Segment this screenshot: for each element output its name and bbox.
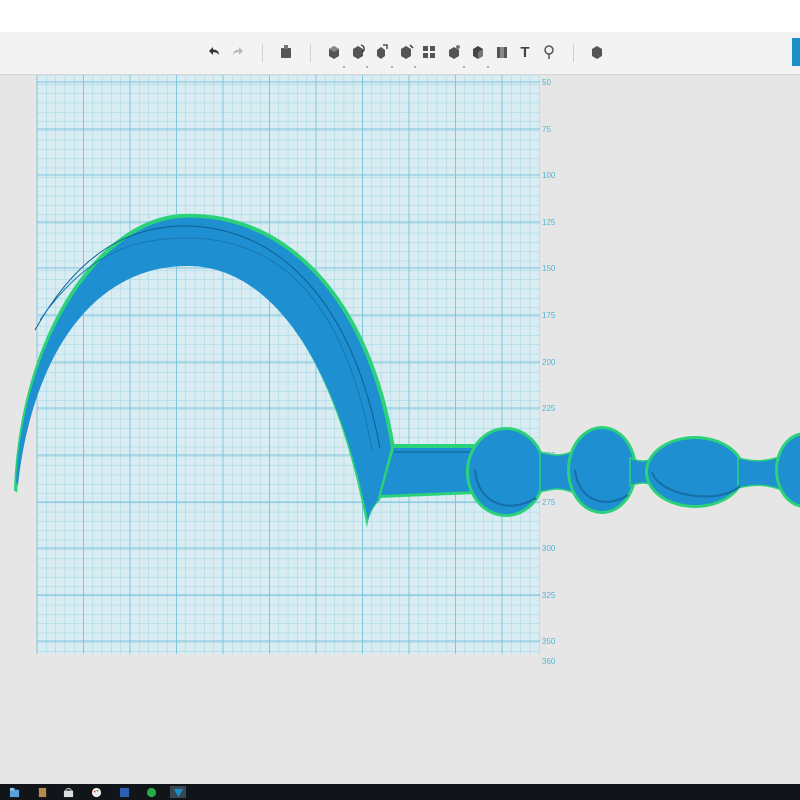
view-object-icon[interactable]: [588, 43, 606, 61]
taskbar: [0, 784, 800, 800]
rotate-tool-icon[interactable]: [349, 43, 367, 61]
subtract-tool-icon[interactable]: [469, 43, 487, 61]
grid-tick-label: 125: [542, 218, 556, 227]
toolbar-dot: [487, 66, 489, 68]
toolbar-dot: [414, 66, 416, 68]
handle-sphere-2: [570, 429, 634, 511]
tick-labels: 5075100125150175200225250275300325350360: [542, 78, 556, 666]
store-icon[interactable]: [62, 786, 74, 798]
grid-tick-label: 175: [542, 311, 556, 320]
paint-tool-icon[interactable]: [540, 43, 558, 61]
toolbar: T: [0, 32, 800, 75]
toolbar-dot: [343, 66, 345, 68]
mirror-tool-icon[interactable]: [397, 43, 415, 61]
toolbar-dot: [366, 66, 368, 68]
grid-tick-label: 50: [542, 78, 551, 87]
grid-tick-label: 360: [542, 657, 556, 666]
3d-viewport[interactable]: 5075100125150175200225250275300325350360: [0, 75, 800, 784]
3d-builder-icon[interactable]: [170, 786, 186, 798]
grid-tick-label: 325: [542, 591, 556, 600]
title-bar: [0, 0, 800, 32]
scene-svg: 5075100125150175200225250275300325350360: [14, 75, 800, 666]
select-object-icon[interactable]: [277, 43, 295, 61]
toolbar-separator: [262, 44, 263, 62]
redo-arrow-icon[interactable]: [229, 43, 247, 61]
grid-tick-label: 275: [542, 498, 556, 507]
toolbar-dot: [391, 66, 393, 68]
paint-icon[interactable]: [90, 786, 102, 798]
side-panel-tab[interactable]: [792, 38, 800, 66]
scale-tool-icon[interactable]: [372, 43, 390, 61]
text-tool-icon[interactable]: T: [516, 43, 534, 61]
text-tool-label: T: [520, 43, 530, 61]
app-icon[interactable]: [36, 786, 48, 798]
undo-arrow-icon[interactable]: [205, 43, 223, 61]
merge-tool-icon[interactable]: [445, 43, 463, 61]
grid-tick-label: 150: [542, 264, 556, 273]
word-icon[interactable]: [118, 786, 130, 798]
file-explorer-icon[interactable]: [8, 786, 20, 798]
toolbar-dot: [463, 66, 465, 68]
grid-tick-label: 200: [542, 358, 556, 367]
duplicate-tool-icon[interactable]: [420, 43, 438, 61]
move-tool-icon[interactable]: [325, 43, 343, 61]
app-green-icon[interactable]: [145, 786, 157, 798]
grid-tick-label: 350: [542, 637, 556, 646]
toolbar-separator: [310, 44, 311, 62]
grid-tick-label: 225: [542, 404, 556, 413]
grid-tick-label: 100: [542, 171, 556, 180]
grid-tick-label: 300: [542, 544, 556, 553]
toolbar-separator: [573, 44, 574, 62]
grid-tick-label: 75: [542, 125, 551, 134]
intersect-tool-icon[interactable]: [493, 43, 511, 61]
handle-end-sphere: [778, 435, 800, 505]
